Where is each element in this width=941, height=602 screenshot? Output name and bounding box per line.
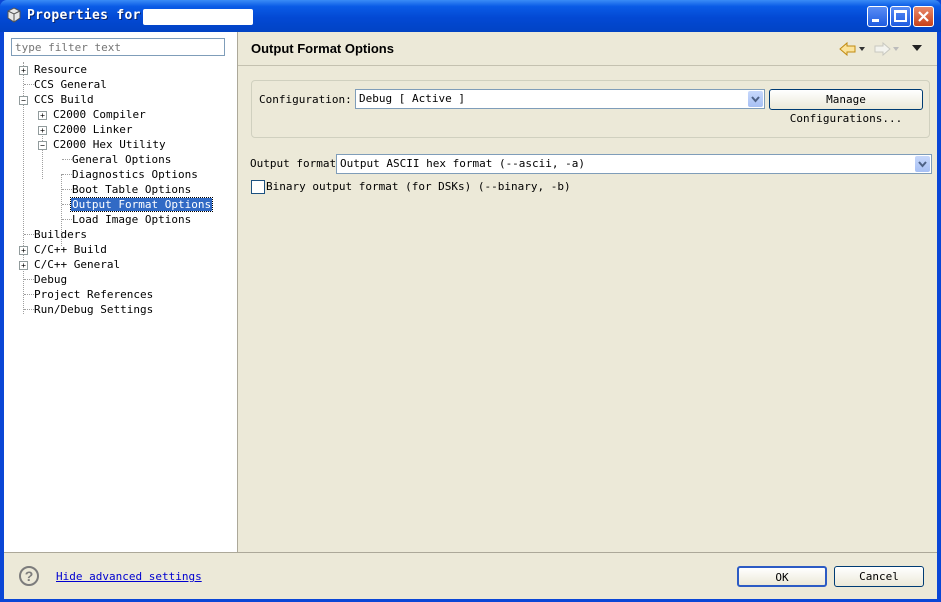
tree-item-ccs-general[interactable]: CCS General	[34, 77, 107, 92]
tree-item-run-debug-settings[interactable]: Run/Debug Settings	[34, 302, 153, 317]
tree-connector	[24, 294, 34, 295]
tree-connector	[24, 84, 34, 85]
back-arrow-icon[interactable]	[839, 41, 857, 57]
page-title: Output Format Options	[251, 41, 394, 56]
minimize-button[interactable]	[867, 6, 888, 27]
header-separator	[238, 65, 937, 66]
tree-connector	[24, 309, 34, 310]
output-format-label: Output format	[250, 157, 337, 170]
tree-item-debug[interactable]: Debug	[34, 272, 67, 287]
dropdown-button[interactable]	[915, 156, 930, 172]
redacted-project-name	[143, 9, 253, 25]
close-button[interactable]	[913, 6, 934, 27]
tree-line	[42, 129, 43, 179]
expand-icon[interactable]: +	[19, 246, 28, 255]
navigation-pane: + Resource CCS General − CCS Build + C20…	[4, 32, 238, 552]
forward-dropdown-icon[interactable]	[893, 47, 900, 52]
tree-item-load-image-options[interactable]: Load Image Options	[72, 212, 191, 227]
configuration-label: Configuration:	[259, 93, 352, 106]
tree-item-output-format-options[interactable]: Output Format Options	[69, 197, 214, 212]
tree-item-general-options[interactable]: General Options	[72, 152, 171, 167]
help-icon[interactable]: ?	[19, 566, 39, 586]
cancel-button[interactable]: Cancel	[834, 566, 924, 587]
tree-connector	[62, 159, 72, 160]
configuration-group: Configuration: Debug [ Active ] Manage C…	[251, 80, 930, 138]
property-page: Output Format Options Configuration: Deb…	[238, 32, 937, 552]
maximize-icon	[894, 10, 907, 22]
forward-arrow-icon[interactable]	[873, 41, 891, 57]
output-format-select[interactable]: Output ASCII hex format (--ascii, -a)	[336, 154, 932, 174]
button-bar: ? Hide advanced settings OK Cancel	[4, 552, 937, 599]
collapse-icon[interactable]: −	[38, 141, 47, 150]
binary-output-checkbox[interactable]	[251, 180, 265, 194]
manage-configurations-button[interactable]: Manage Configurations...	[769, 89, 923, 125]
maximize-button[interactable]	[890, 6, 911, 27]
expand-icon[interactable]: +	[19, 261, 28, 270]
configuration-select[interactable]: Debug [ Active ]	[355, 89, 765, 109]
view-menu-icon[interactable]	[912, 45, 923, 52]
tree-item-boot-table-options[interactable]: Boot Table Options	[72, 182, 191, 197]
tree-item-diagnostics-options[interactable]: Diagnostics Options	[72, 167, 198, 182]
filter-input[interactable]	[11, 38, 225, 56]
dropdown-button[interactable]	[748, 91, 763, 107]
tree-connector	[62, 174, 72, 175]
tree-connector	[24, 234, 34, 235]
dialog-body: + Resource CCS General − CCS Build + C20…	[4, 32, 937, 599]
properties-app-icon	[7, 7, 21, 23]
minimize-icon	[872, 19, 879, 22]
collapse-icon[interactable]: −	[19, 96, 28, 105]
tree-connector	[62, 189, 72, 190]
tree-item-builders[interactable]: Builders	[34, 227, 87, 242]
window-title: Properties for	[27, 8, 141, 23]
chevron-down-icon	[918, 161, 927, 168]
back-dropdown-icon[interactable]	[859, 47, 866, 52]
expand-icon[interactable]: +	[38, 111, 47, 120]
page-navigation	[839, 41, 929, 57]
binary-output-label: Binary output format (for DSKs) (--binar…	[266, 180, 571, 193]
chevron-down-icon	[751, 96, 760, 103]
properties-window: Properties for + Resource	[0, 0, 941, 602]
ok-button[interactable]: OK	[737, 566, 827, 587]
expand-icon[interactable]: +	[38, 126, 47, 135]
title-bar: Properties for	[0, 0, 941, 32]
expand-icon[interactable]: +	[19, 66, 28, 75]
tree-connector	[62, 219, 72, 220]
hide-advanced-settings-link[interactable]: Hide advanced settings	[56, 570, 202, 583]
close-icon	[918, 11, 929, 22]
tree-connector	[24, 279, 34, 280]
tree-item-project-references[interactable]: Project References	[34, 287, 153, 302]
